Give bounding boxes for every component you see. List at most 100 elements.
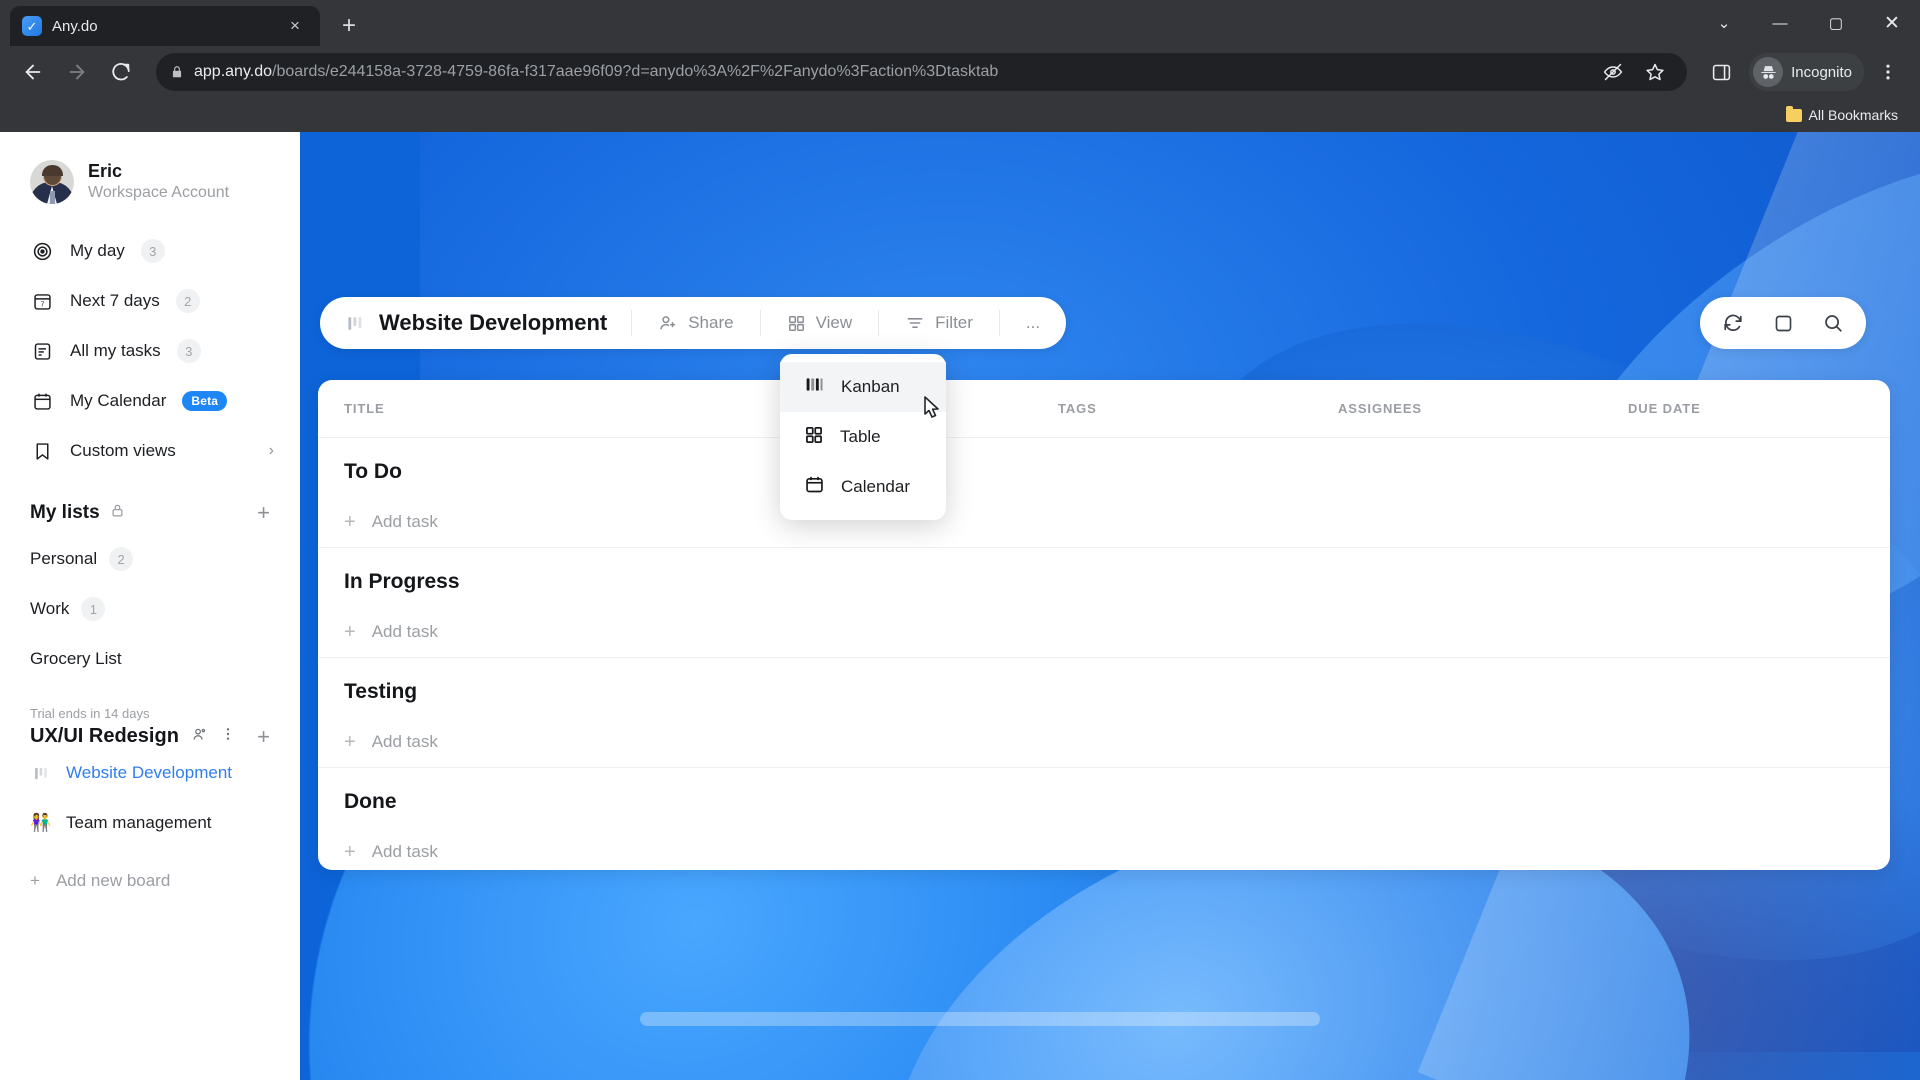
add-board-icon-button[interactable]: +: [257, 725, 270, 748]
incognito-icon: [1753, 57, 1784, 87]
star-icon[interactable]: [1637, 54, 1673, 90]
bookmark-icon: [30, 439, 54, 463]
menu-item-calendar[interactable]: Calendar: [780, 462, 946, 512]
avatar: [30, 160, 74, 204]
board-right-tools: [1700, 297, 1866, 349]
browser-window: ✓ Any.do × + ⌄ — ▢ ✕ app.any.do/boards/e…: [0, 0, 1920, 1080]
add-task-label: Add task: [371, 842, 438, 861]
sidebar-board-team-management[interactable]: 👫 Team management: [0, 798, 300, 848]
close-window-button[interactable]: ✕: [1864, 0, 1920, 46]
menu-item-label: Table: [840, 427, 881, 446]
square-icon[interactable]: [1760, 300, 1806, 346]
incognito-indicator[interactable]: Incognito: [1749, 53, 1864, 91]
kebab-menu-icon[interactable]: [1870, 54, 1906, 90]
my-lists-header: My lists +: [0, 476, 300, 534]
column-header-tags: TAGS: [1058, 401, 1097, 416]
plus-icon: +: [344, 841, 356, 863]
forward-arrow-icon[interactable]: [58, 53, 96, 91]
task-group: Testing + Add task: [318, 658, 1890, 768]
eye-off-icon[interactable]: [1595, 54, 1631, 90]
profile-header[interactable]: Eric Workspace Account: [0, 132, 300, 204]
tab-strip: ✓ Any.do × + ⌄ — ▢ ✕: [0, 0, 1920, 46]
add-list-button[interactable]: +: [257, 502, 270, 524]
badge-count: 3: [176, 339, 201, 363]
sidebar-list-grocery-list[interactable]: Grocery List: [0, 634, 300, 684]
badge-count: 2: [175, 289, 200, 313]
maximize-button[interactable]: ▢: [1808, 0, 1864, 46]
task-group: To Do + Add task: [318, 438, 1890, 548]
people-emoji-icon: 👫: [30, 813, 52, 832]
share-button[interactable]: Share: [632, 313, 759, 333]
browser-tab[interactable]: ✓ Any.do ×: [10, 6, 320, 46]
side-panel-icon[interactable]: [1703, 54, 1739, 90]
add-task-label: Add task: [371, 731, 438, 751]
board-label: Website Development: [66, 763, 232, 782]
sidebar-item-custom-views[interactable]: Custom views ›: [0, 426, 300, 476]
add-new-board-button[interactable]: + Add new board: [0, 856, 300, 906]
table-header: TITLE TAGS ASSIGNEES DUE DATE: [318, 380, 1890, 438]
bookmarks-bar: All Bookmarks: [0, 98, 1920, 132]
omnibox-actions: [1595, 54, 1673, 90]
tab-title: Any.do: [52, 17, 98, 35]
address-bar[interactable]: app.any.do/boards/e244158a-3728-4759-86f…: [156, 53, 1688, 91]
minimize-button[interactable]: —: [1752, 0, 1808, 46]
reload-icon[interactable]: [102, 53, 140, 91]
group-title: In Progress: [344, 570, 460, 593]
add-task-button[interactable]: + Add task: [318, 716, 1890, 768]
sidebar-item-next-7-days[interactable]: 7 Next 7 days 2: [0, 276, 300, 326]
add-board-label: Add new board: [55, 871, 171, 890]
plus-icon: +: [30, 871, 40, 890]
sidebar-item-all-my-tasks[interactable]: All my tasks 3: [0, 326, 300, 376]
workspace-title: UX/UI Redesign: [30, 725, 179, 747]
chevron-right-icon[interactable]: ›: [269, 442, 274, 460]
view-button[interactable]: View: [761, 313, 879, 333]
filter-button[interactable]: Filter: [879, 313, 999, 333]
profile-name: Eric: [88, 161, 123, 182]
add-task-button[interactable]: + Add task: [318, 496, 1890, 548]
more-options-button[interactable]: ...: [1000, 313, 1066, 333]
mouse-cursor: [918, 394, 946, 433]
folder-icon: [1785, 105, 1802, 122]
task-list-card: TITLE TAGS ASSIGNEES DUE DATE To Do + Ad…: [318, 380, 1890, 870]
back-arrow-icon[interactable]: [14, 53, 52, 91]
browser-toolbar: app.any.do/boards/e244158a-3728-4759-86f…: [0, 46, 1920, 98]
kanban-icon: [30, 765, 52, 782]
new-tab-button[interactable]: +: [332, 9, 366, 43]
add-task-button[interactable]: + Add task: [318, 826, 1890, 870]
badge-count: 1: [81, 597, 106, 621]
ellipsis-icon: ...: [1025, 313, 1041, 332]
sidebar-label: All my tasks: [70, 341, 161, 360]
sidebar-list-work[interactable]: Work 1: [0, 584, 300, 634]
menu-item-label: Kanban: [841, 377, 900, 396]
search-icon[interactable]: [1810, 300, 1856, 346]
plus-icon: +: [344, 510, 356, 533]
chevron-down-icon[interactable]: ⌄: [1696, 0, 1752, 46]
badge-count: 2: [109, 547, 134, 571]
all-bookmarks-button[interactable]: All Bookmarks: [1778, 103, 1906, 127]
close-icon[interactable]: ×: [282, 13, 308, 39]
sidebar-board-website-development[interactable]: Website Development: [0, 748, 300, 798]
list-label: Personal: [30, 549, 98, 568]
list-icon: [30, 339, 54, 363]
person-add-icon: [660, 316, 676, 330]
add-task-label: Add task: [371, 621, 438, 641]
my-lists-title: My lists: [30, 502, 100, 523]
trial-notice: Trial ends in 14 days: [30, 706, 150, 721]
sidebar-label: Custom views: [70, 441, 176, 460]
board-toolbar: Website Development Share View Filter ..…: [320, 297, 1067, 349]
all-bookmarks-label: All Bookmarks: [1808, 107, 1898, 123]
kebab-menu-icon[interactable]: [220, 726, 236, 747]
refresh-icon[interactable]: [1710, 300, 1756, 346]
add-task-label: Add task: [371, 511, 438, 531]
members-icon[interactable]: [191, 726, 208, 748]
lock-icon: [170, 64, 184, 80]
sidebar-list-personal[interactable]: Personal 2: [0, 534, 300, 584]
target-icon: [30, 239, 54, 263]
add-task-button[interactable]: + Add task: [318, 606, 1890, 658]
task-group: In Progress + Add task: [318, 548, 1890, 658]
calendar-7-icon: 7: [30, 289, 54, 313]
url-path: /boards/e244158a-3728-4759-86fa-f317aae9…: [272, 63, 999, 80]
sidebar-item-my-calendar[interactable]: My Calendar Beta: [0, 376, 300, 426]
sidebar-item-my-day[interactable]: My day 3: [0, 226, 300, 276]
sidebar-label: My day: [70, 241, 125, 260]
